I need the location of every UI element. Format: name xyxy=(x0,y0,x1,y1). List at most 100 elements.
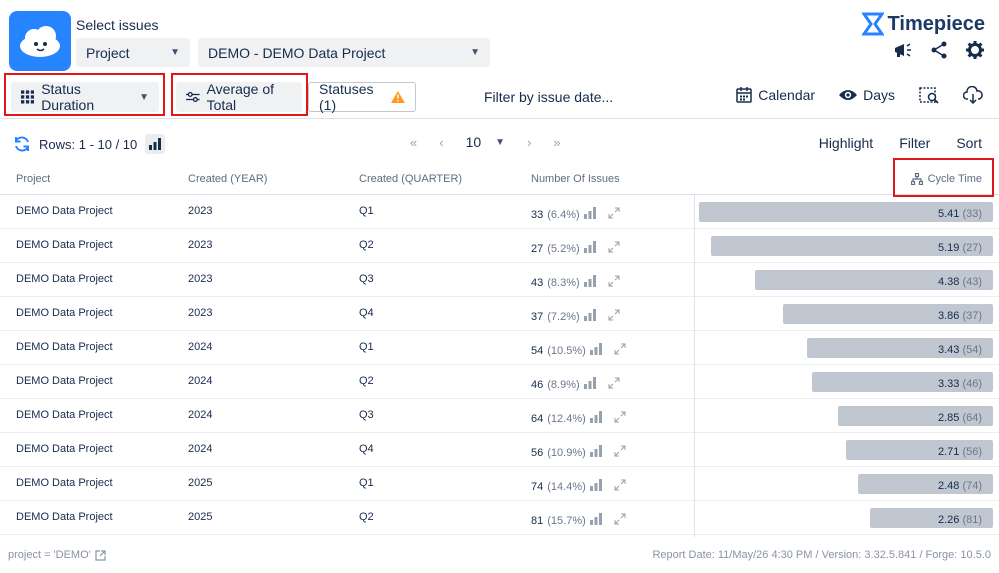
mini-bar-chart-icon[interactable] xyxy=(583,207,598,222)
expand-icon[interactable] xyxy=(608,309,620,324)
first-page-icon[interactable]: « xyxy=(410,135,417,150)
cycle-time-value: 2.71 (56) xyxy=(938,446,982,458)
cell-quarter: Q2 xyxy=(359,375,374,387)
cell-issues: 74 (14.4%) xyxy=(531,479,626,494)
app-logo xyxy=(9,11,71,71)
mini-bar-chart-icon[interactable] xyxy=(589,411,604,426)
table-row[interactable]: DEMO Data Project 2023 Q3 43 (8.3%) 4.38 (43) xyxy=(0,263,999,297)
cell-quarter: Q3 xyxy=(359,273,374,285)
table-row[interactable]: DEMO Data Project 2023 Q2 27 (5.2%) 5.19 (27) xyxy=(0,229,999,263)
megaphone-icon[interactable] xyxy=(893,40,913,60)
refresh-icon[interactable] xyxy=(13,136,31,152)
days-button[interactable]: Days xyxy=(839,87,895,103)
table-row[interactable]: DEMO Data Project 2025 Q2 81 (15.7%) 2.26 (81… xyxy=(0,501,999,535)
next-page-icon[interactable]: › xyxy=(527,135,531,150)
page-size-value: 10 xyxy=(465,134,482,150)
footer-query[interactable]: project = 'DEMO' xyxy=(8,549,106,561)
cell-year: 2024 xyxy=(188,443,213,455)
header-project[interactable]: Project xyxy=(16,173,50,185)
page-size-select[interactable]: 10 ▼ xyxy=(466,134,505,150)
prev-page-icon[interactable]: ‹ xyxy=(439,135,443,150)
data-project-dropdown[interactable]: DEMO - DEMO Data Project ▼ xyxy=(198,38,490,67)
cycle-time-count: (54) xyxy=(962,344,982,356)
table-row[interactable]: DEMO Data Project 2025 Q1 74 (14.4%) 2.48 (74… xyxy=(0,467,999,501)
issue-percent: (6.4%) xyxy=(547,208,580,221)
calendar-icon xyxy=(736,87,753,103)
cell-issues: 46 (8.9%) xyxy=(531,377,620,392)
table-row[interactable]: DEMO Data Project 2024 Q1 54 (10.5%) 3.43 (54… xyxy=(0,331,999,365)
header-year[interactable]: Created (YEAR) xyxy=(188,173,267,185)
issue-count: 27 xyxy=(531,242,544,255)
project-dropdown[interactable]: Project ▼ xyxy=(76,38,190,67)
mini-bar-chart-icon[interactable] xyxy=(583,309,598,324)
cell-project: DEMO Data Project xyxy=(16,239,113,251)
cell-quarter: Q2 xyxy=(359,239,374,251)
table-row[interactable]: DEMO Data Project 2024 Q4 56 (10.9%) 2.71 (56… xyxy=(0,433,999,467)
cycle-time-value: 3.86 (37) xyxy=(938,310,982,322)
highlight-button[interactable]: Highlight xyxy=(819,135,873,151)
sort-button[interactable]: Sort xyxy=(956,135,982,151)
pager: « ‹ 10 ▼ › » xyxy=(410,134,561,150)
expand-icon[interactable] xyxy=(614,445,626,460)
table-row[interactable]: DEMO Data Project 2024 Q3 64 (12.4%) 2.85 (64… xyxy=(0,399,999,433)
expand-icon[interactable] xyxy=(608,377,620,392)
expand-icon[interactable] xyxy=(614,343,626,358)
statuses-button[interactable]: Statuses (1) xyxy=(308,81,416,113)
expand-icon[interactable] xyxy=(614,411,626,426)
cell-issues: 56 (10.9%) xyxy=(531,445,626,460)
cell-quarter: Q2 xyxy=(359,511,374,523)
table-row[interactable]: DEMO Data Project 2024 Q2 46 (8.9%) 3.33 (46) xyxy=(0,365,999,399)
calendar-button[interactable]: Calendar xyxy=(736,87,815,103)
cloud-download-button[interactable] xyxy=(963,86,983,104)
mini-bar-chart-icon[interactable] xyxy=(583,377,598,392)
chart-toggle-button[interactable] xyxy=(145,134,166,154)
cycle-time-value: 4.38 (43) xyxy=(938,276,982,288)
issue-percent: (7.2%) xyxy=(547,310,580,323)
mini-bar-chart-icon[interactable] xyxy=(583,241,598,256)
bar-chart-icon xyxy=(149,138,162,150)
filter-button[interactable]: Filter xyxy=(899,135,930,151)
mini-bar-chart-icon[interactable] xyxy=(589,479,604,494)
issue-count: 64 xyxy=(531,412,544,425)
cycle-time-value: 2.48 (74) xyxy=(938,480,982,492)
issue-percent: (8.9%) xyxy=(547,378,580,391)
cell-year: 2023 xyxy=(188,307,213,319)
table-row[interactable]: DEMO Data Project 2023 Q1 33 (6.4%) 5.41 (33) xyxy=(0,195,999,229)
gear-icon[interactable] xyxy=(965,40,985,60)
table-row[interactable]: DEMO Data Project 2023 Q4 37 (7.2%) 3.86 (37) xyxy=(0,297,999,331)
mini-bar-chart-icon[interactable] xyxy=(589,445,604,460)
issue-count: 81 xyxy=(531,514,544,527)
share-icon[interactable] xyxy=(929,40,949,60)
cycle-time-count: (46) xyxy=(962,378,982,390)
cell-year: 2023 xyxy=(188,273,213,285)
cycle-time-value: 2.85 (64) xyxy=(938,412,982,424)
cycle-time-number: 2.48 xyxy=(937,480,960,492)
search-calendar-button[interactable] xyxy=(919,86,939,104)
statuses-label: Statuses (1) xyxy=(319,81,374,113)
cycle-time-number: 3.33 xyxy=(937,378,960,390)
cell-quarter: Q4 xyxy=(359,307,374,319)
calendar-label: Calendar xyxy=(758,87,816,103)
table-actions: Highlight Filter Sort xyxy=(819,135,982,151)
header-quarter[interactable]: Created (QUARTER) xyxy=(359,173,462,185)
cell-project: DEMO Data Project xyxy=(16,443,113,455)
filter-by-issue-date[interactable]: Filter by issue date... xyxy=(484,89,613,105)
expand-icon[interactable] xyxy=(608,241,620,256)
cycle-time-number: 4.38 xyxy=(937,276,960,288)
timepiece-logo-icon xyxy=(861,12,884,36)
expand-icon[interactable] xyxy=(608,207,620,222)
brand-name: Timepiece xyxy=(887,12,985,35)
eye-icon xyxy=(839,90,858,100)
mini-bar-chart-icon[interactable] xyxy=(589,513,604,528)
expand-icon[interactable] xyxy=(614,479,626,494)
mini-bar-chart-icon[interactable] xyxy=(589,343,604,358)
cycle-time-number: 2.26 xyxy=(937,514,960,526)
cell-year: 2024 xyxy=(188,409,213,421)
expand-icon[interactable] xyxy=(608,275,620,290)
mini-bar-chart-icon[interactable] xyxy=(583,275,598,290)
header-issues[interactable]: Number Of Issues xyxy=(531,173,620,185)
last-page-icon[interactable]: » xyxy=(553,135,560,150)
expand-icon[interactable] xyxy=(614,513,626,528)
cell-project: DEMO Data Project xyxy=(16,341,113,353)
cell-issues: 37 (7.2%) xyxy=(531,309,620,324)
